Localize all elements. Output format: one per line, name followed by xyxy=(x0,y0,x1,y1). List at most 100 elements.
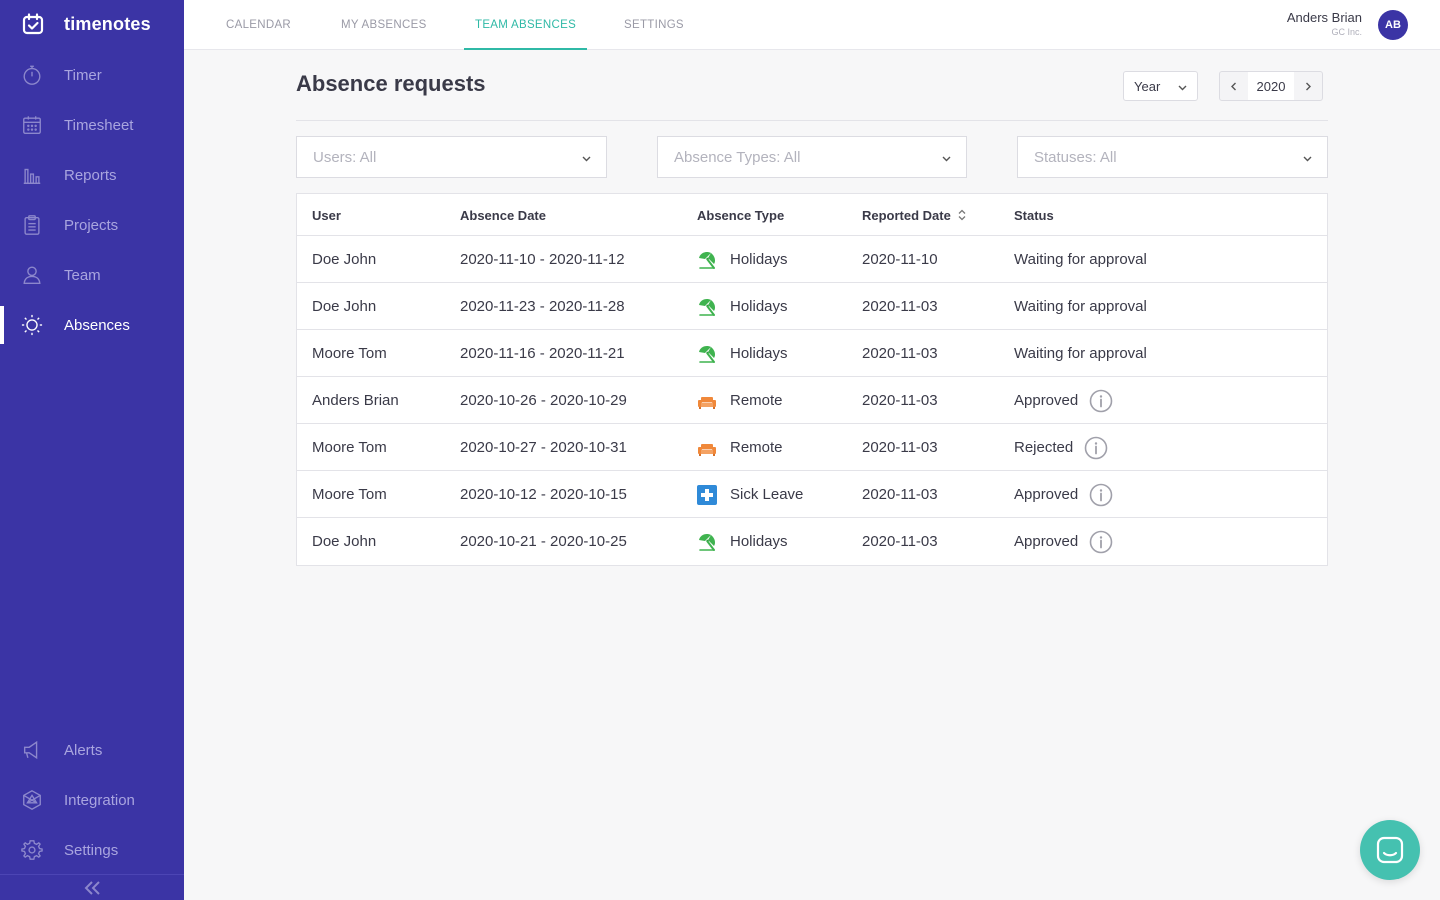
chevron-down-icon xyxy=(1303,156,1312,162)
info-icon[interactable] xyxy=(1089,483,1113,507)
page-title: Absence requests xyxy=(296,71,486,96)
tab-calendar[interactable]: CALENDAR xyxy=(226,0,291,50)
sofa-icon xyxy=(697,438,717,458)
sidebar-nav-main: Timer Timesheet Reports Projects Team Ab… xyxy=(0,50,184,350)
stopwatch-icon xyxy=(20,63,44,87)
cell-status: Waiting for approval xyxy=(1014,330,1147,377)
chat-launcher-button[interactable] xyxy=(1360,820,1420,880)
cell-reported-date: 2020-11-10 xyxy=(862,251,938,268)
sidebar-item-team[interactable]: Team xyxy=(0,250,184,300)
cell-absence-type: Holidays xyxy=(697,518,788,565)
brand-name: timenotes xyxy=(64,13,151,34)
next-year-button[interactable] xyxy=(1294,72,1322,100)
table-row[interactable]: Moore Tom 2020-10-12 - 2020-10-15 Sick Lea… xyxy=(297,471,1327,518)
statuses-filter[interactable]: Statuses: All xyxy=(1017,136,1328,178)
absence-types-filter-value: Absence Types: All xyxy=(674,148,801,166)
current-year: 2020 xyxy=(1248,72,1294,100)
info-icon[interactable] xyxy=(1089,530,1113,554)
users-filter[interactable]: Users: All xyxy=(296,136,607,178)
chevron-down-icon xyxy=(582,156,591,162)
cell-user: Moore Tom xyxy=(312,486,387,503)
sidebar-item-integration[interactable]: Integration xyxy=(0,775,184,825)
sidebar-item-label: Settings xyxy=(64,841,119,859)
previous-year-button[interactable] xyxy=(1220,72,1248,100)
chevron-left-icon xyxy=(1231,82,1236,90)
cell-absence-date: 2020-10-12 - 2020-10-15 xyxy=(460,486,627,503)
collapse-sidebar-button[interactable] xyxy=(0,874,184,900)
umbrella-icon xyxy=(697,344,717,364)
table-row[interactable]: Doe John 2020-11-23 - 2020-11-28 Holidays 2… xyxy=(297,283,1327,330)
sidebar-item-settings[interactable]: Settings xyxy=(0,825,184,875)
cell-absence-date: 2020-10-21 - 2020-10-25 xyxy=(460,533,627,550)
cell-user: Doe John xyxy=(312,251,377,268)
column-header-reported-date[interactable]: Reported Date xyxy=(862,194,966,236)
table-row[interactable]: Doe John 2020-10-21 - 2020-10-25 Holidays 2… xyxy=(297,518,1327,565)
user-info[interactable]: Anders Brian GC Inc. xyxy=(1287,10,1362,37)
cell-absence-type: Holidays xyxy=(697,283,788,330)
sidebar-item-label: Reports xyxy=(64,166,117,184)
cell-user: Moore Tom xyxy=(312,345,387,362)
table-row[interactable]: Moore Tom 2020-10-27 - 2020-10-31 Remote 20… xyxy=(297,424,1327,471)
cell-reported-date: 2020-11-03 xyxy=(862,298,938,315)
cell-reported-date: 2020-11-03 xyxy=(862,486,938,503)
umbrella-icon xyxy=(697,297,717,317)
status-label: Waiting for approval xyxy=(1014,298,1147,315)
chevron-down-icon xyxy=(1178,85,1187,91)
tab-my-absences[interactable]: MY ABSENCES xyxy=(341,0,427,50)
info-icon[interactable] xyxy=(1089,389,1113,413)
absence-type-label: Holidays xyxy=(730,345,788,362)
chevron-down-icon xyxy=(942,156,951,162)
sidebar-item-timesheet[interactable]: Timesheet xyxy=(0,100,184,150)
avatar[interactable]: AB xyxy=(1378,10,1408,40)
sidebar-item-alerts[interactable]: Alerts xyxy=(0,725,184,775)
calendar-grid-icon xyxy=(20,113,44,137)
absence-type-label: Holidays xyxy=(730,251,788,268)
status-label: Approved xyxy=(1014,533,1079,550)
cell-status: Rejected xyxy=(1014,424,1108,471)
status-label: Approved xyxy=(1014,486,1079,503)
period-select-value: Year xyxy=(1134,78,1161,94)
absence-types-filter[interactable]: Absence Types: All xyxy=(657,136,967,178)
absence-type-label: Holidays xyxy=(730,533,788,550)
period-select[interactable]: Year xyxy=(1123,71,1198,101)
cell-status: Approved xyxy=(1014,518,1113,565)
sidebar-item-projects[interactable]: Projects xyxy=(0,200,184,250)
cell-absence-type: Remote xyxy=(697,424,783,471)
cell-absence-date: 2020-11-16 - 2020-11-21 xyxy=(460,345,625,362)
sidebar-item-timer[interactable]: Timer xyxy=(0,50,184,100)
sun-icon xyxy=(20,313,44,337)
tab-settings[interactable]: SETTINGS xyxy=(624,0,684,50)
sidebar-item-absences[interactable]: Absences xyxy=(0,300,184,350)
info-icon[interactable] xyxy=(1084,436,1108,460)
table-header: User Absence Date Absence Type Reported … xyxy=(297,194,1327,236)
status-label: Waiting for approval xyxy=(1014,345,1147,362)
double-chevron-left-icon xyxy=(84,880,100,895)
column-header-absence-type: Absence Type xyxy=(697,207,785,223)
chat-icon xyxy=(1376,836,1404,864)
clipboard-icon xyxy=(20,213,44,237)
cell-reported-date: 2020-11-03 xyxy=(862,392,938,409)
chevron-right-icon xyxy=(1306,82,1311,90)
table-row[interactable]: Anders Brian 2020-10-26 - 2020-10-29 Remot… xyxy=(297,377,1327,424)
brand[interactable]: timenotes xyxy=(22,12,151,36)
sidebar-item-label: Integration xyxy=(64,791,135,809)
table-row[interactable]: Moore Tom 2020-11-16 - 2020-11-21 Holidays… xyxy=(297,330,1327,377)
column-header-label: Reported Date xyxy=(862,207,951,223)
sidebar-item-reports[interactable]: Reports xyxy=(0,150,184,200)
sidebar-item-label: Projects xyxy=(64,216,119,234)
cell-user: Doe John xyxy=(312,533,377,550)
cell-absence-type: Holidays xyxy=(697,236,788,283)
table-row[interactable]: Doe John 2020-11-10 - 2020-11-12 Holidays 2… xyxy=(297,236,1327,283)
cell-absence-date: 2020-11-23 - 2020-11-28 xyxy=(460,298,625,315)
tab-team-absences[interactable]: TEAM ABSENCES xyxy=(463,0,588,50)
bar-chart-icon xyxy=(20,163,44,187)
cell-absence-type: Sick Leave xyxy=(697,471,803,518)
sidebar-item-label: Timer xyxy=(64,66,102,84)
cell-status: Approved xyxy=(1014,471,1113,518)
column-header-status: Status xyxy=(1014,207,1054,223)
cell-reported-date: 2020-11-03 xyxy=(862,533,938,550)
calendar-check-logo-icon xyxy=(22,13,44,35)
status-label: Waiting for approval xyxy=(1014,251,1147,268)
user-icon xyxy=(20,263,44,287)
gear-icon xyxy=(20,838,44,862)
